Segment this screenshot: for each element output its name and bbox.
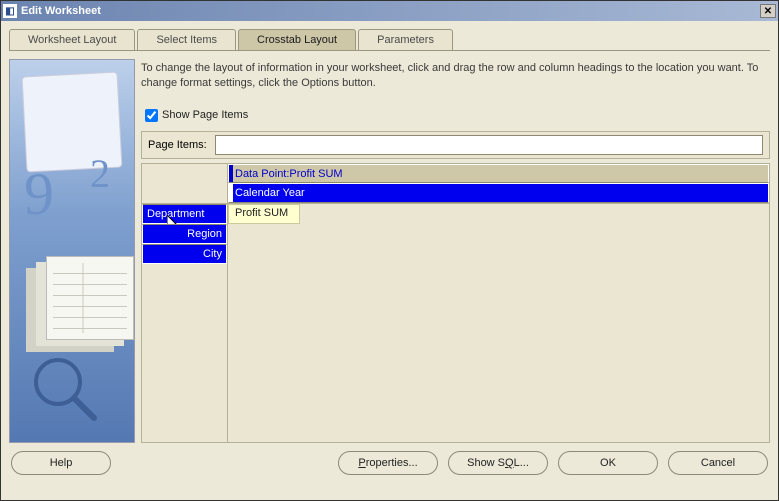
window-title: Edit Worksheet <box>21 5 760 17</box>
grid-corner <box>142 164 228 204</box>
cancel-button[interactable]: Cancel <box>668 451 768 475</box>
column-header-datapoint-label: Data Point:Profit SUM <box>235 168 343 180</box>
tab-worksheet-layout[interactable]: Worksheet Layout <box>9 29 135 50</box>
button-bar: Help Properties... Show SQL... OK Cancel <box>1 451 778 485</box>
help-button[interactable]: Help <box>11 451 111 475</box>
column-header-datapoint[interactable]: Data Point:Profit SUM <box>228 164 769 184</box>
row-header-city[interactable]: City <box>142 244 227 264</box>
data-cell-profit-sum[interactable]: Profit SUM <box>228 204 300 224</box>
tab-crosstab-layout[interactable]: Crosstab Layout <box>238 29 356 50</box>
page-items-dropzone[interactable] <box>215 135 763 155</box>
title-bar: ◧ Edit Worksheet ✕ <box>1 1 778 21</box>
tab-bar: Worksheet Layout Select Items Crosstab L… <box>1 21 778 50</box>
tab-select-items[interactable]: Select Items <box>137 29 236 50</box>
show-page-items-label: Show Page Items <box>162 109 248 121</box>
decorative-side-panel: 9 2 <box>9 59 135 443</box>
tab-parameters[interactable]: Parameters <box>358 29 453 50</box>
crosstab-layout-grid: Data Point:Profit SUM Calendar Year Depa… <box>141 163 770 443</box>
magnifier-icon <box>30 354 100 424</box>
properties-button[interactable]: Properties... <box>338 451 438 475</box>
app-icon: ◧ <box>3 4 17 18</box>
column-header-year-label: Calendar Year <box>235 187 305 199</box>
page-items-label: Page Items: <box>148 139 207 151</box>
column-headers: Data Point:Profit SUM Calendar Year <box>228 164 769 204</box>
column-header-year[interactable]: Calendar Year <box>228 183 769 203</box>
data-area: Profit SUM <box>228 204 769 442</box>
row-header-region-label: Region <box>187 228 222 240</box>
row-header-department[interactable]: Department <box>142 204 227 224</box>
ok-button[interactable]: OK <box>558 451 658 475</box>
page-items-row: Page Items: <box>141 131 770 159</box>
row-headers: Department Region City <box>142 204 228 442</box>
close-button[interactable]: ✕ <box>760 4 776 18</box>
row-header-region[interactable]: Region <box>142 224 227 244</box>
content-area: To change the layout of information in y… <box>141 59 770 443</box>
show-sql-button[interactable]: Show SQL... <box>448 451 548 475</box>
row-header-city-label: City <box>203 248 222 260</box>
row-header-department-label: Department <box>147 208 204 220</box>
main-area: 9 2 To change the layout of information … <box>1 51 778 451</box>
show-page-items-checkbox[interactable] <box>145 109 158 122</box>
instruction-text: To change the layout of information in y… <box>141 59 770 102</box>
